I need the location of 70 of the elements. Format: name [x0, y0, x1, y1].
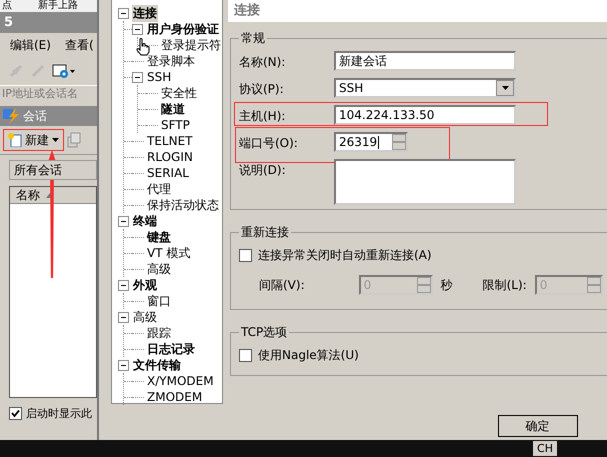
collapse-toggle[interactable] — [118, 360, 129, 370]
field-label: 协议(P): — [239, 81, 285, 98]
checkbox[interactable] — [239, 248, 252, 262]
group-title: TCP选项 — [240, 324, 288, 341]
checkbox-label: 使用Nagle算法(U) — [258, 346, 359, 364]
collapse-toggle[interactable] — [118, 216, 129, 226]
tree-item[interactable]: ZMODEM — [146, 390, 204, 404]
checkbox[interactable] — [239, 348, 252, 362]
description-field[interactable] — [334, 159, 516, 205]
settings-icon[interactable] — [52, 63, 76, 79]
tree-item[interactable]: 文件传输 — [132, 356, 182, 374]
checkbox[interactable] — [9, 407, 22, 420]
caret-icon[interactable] — [502, 86, 508, 90]
tree-item[interactable]: 连接 — [132, 4, 158, 22]
folder-dropdown[interactable]: 所有会话 — [9, 160, 97, 180]
menu-item[interactable]: 查看( — [64, 36, 94, 54]
new-document-icon — [8, 133, 22, 147]
tree-item[interactable]: SSH — [146, 70, 172, 84]
tree-item[interactable]: SFTP — [160, 118, 191, 132]
tree-item[interactable]: 高级 — [132, 308, 158, 326]
tree-item[interactable]: RLOGIN — [146, 150, 194, 164]
tree-item[interactable]: 外观 — [132, 276, 158, 294]
group-title: 重新连接 — [240, 224, 290, 241]
checkbox-label: 启动时显示此 — [26, 406, 92, 421]
ok-button[interactable]: 确定 — [498, 415, 578, 437]
text-field[interactable]: 104.224.133.50 — [334, 105, 516, 125]
tab-text[interactable]: 点 — [2, 0, 12, 12]
tree-item[interactable]: 键盘 — [146, 228, 172, 246]
collapse-toggle[interactable] — [132, 72, 143, 82]
collapse-toggle[interactable] — [118, 8, 129, 18]
unit-label: 秒 — [440, 276, 453, 294]
tree-item[interactable]: 高级 — [146, 260, 172, 278]
field-label: 限制(L): — [482, 276, 527, 294]
tree-item[interactable]: 安全性 — [160, 84, 198, 102]
new-session-button[interactable]: 新建 — [3, 129, 64, 151]
tree-item[interactable]: 窗口 — [146, 292, 172, 310]
tree-item[interactable]: SERIAL — [146, 166, 190, 180]
tree-item[interactable]: 保持活动状态 — [146, 196, 220, 214]
text-field[interactable]: 新建会话 — [334, 51, 516, 71]
field-label: 说明(D): — [239, 162, 287, 179]
checkbox-label: 连接异常关闭时自动重新连接(A) — [258, 246, 432, 264]
tree-item[interactable]: 跟踪 — [146, 324, 172, 342]
field-label: 名称(N): — [239, 54, 286, 71]
field-label: 间隔(V): — [259, 276, 305, 294]
collapse-toggle[interactable] — [118, 312, 129, 322]
tree-item[interactable]: 终端 — [132, 212, 158, 230]
field-label: 端口号(O): — [239, 135, 299, 152]
language-indicator[interactable]: CH — [533, 441, 557, 456]
group-title: 常规 — [240, 30, 266, 47]
tree-item[interactable]: 代理 — [146, 180, 172, 198]
tree-item[interactable]: VT 模式 — [146, 244, 192, 262]
panel-title: 会话 — [23, 108, 47, 124]
tree-item[interactable]: TELNET — [146, 134, 194, 148]
tree-item[interactable]: 用户身份验证 — [146, 20, 220, 38]
collapse-toggle[interactable] — [118, 280, 129, 290]
page-title: 连接 — [228, 0, 607, 22]
window-title: 5 — [0, 12, 97, 33]
tree-item[interactable]: 隧道 — [160, 100, 186, 118]
port-spinbox[interactable]: 26319 — [334, 132, 408, 152]
collapse-toggle[interactable] — [132, 24, 143, 34]
caret-icon — [52, 138, 59, 142]
tree-item[interactable]: X/YMODEM — [146, 374, 215, 388]
tree-item[interactable]: 登录提示符 — [160, 36, 222, 54]
tree-item[interactable]: 登录脚本 — [146, 52, 196, 70]
tree-item[interactable]: 日志记录 — [146, 340, 196, 358]
lightning-icon — [3, 108, 21, 124]
hand-cursor-icon — [136, 38, 150, 56]
menu-item[interactable]: 编辑(E) — [10, 36, 51, 54]
field-label: 主机(H): — [239, 108, 286, 125]
protocol-dropdown[interactable]: SSH — [334, 78, 516, 98]
